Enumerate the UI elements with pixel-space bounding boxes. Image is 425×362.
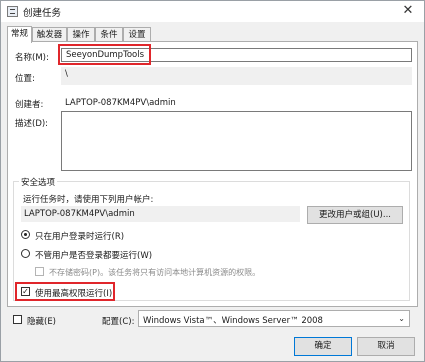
name-highlight <box>58 44 151 65</box>
configure-select[interactable]: Windows Vista™、Windows Server™ 2008 ⌄ <box>138 310 410 327</box>
ok-button[interactable]: 确定 <box>294 337 352 356</box>
name-label: 名称(M): <box>15 53 49 63</box>
location-value: \ <box>65 69 68 79</box>
no-store-password-checkbox[interactable] <box>35 267 44 276</box>
author-label: 创建者: <box>15 100 44 110</box>
no-store-password-label: 不存储密码(P)。该任务将只有访问本地计算机资源的权限。 <box>49 268 261 277</box>
cancel-button[interactable]: 取消 <box>357 337 415 356</box>
hidden-checkbox[interactable] <box>13 315 22 324</box>
location-field: \ <box>61 67 412 85</box>
window-title: 创建任务 <box>23 8 62 19</box>
tab-settings[interactable]: 设置 <box>123 27 151 42</box>
configure-value: Windows Vista™、Windows Server™ 2008 <box>143 316 323 326</box>
tab-actions[interactable]: 操作 <box>67 27 95 42</box>
tab-conditions[interactable]: 条件 <box>95 27 123 42</box>
description-label: 描述(D): <box>15 119 49 129</box>
title-bar: 创建任务 ✕ <box>1 1 424 22</box>
chevron-down-icon: ⌄ <box>398 314 405 323</box>
radio-logged-on[interactable] <box>21 230 30 239</box>
highest-privileges-highlight <box>15 282 115 301</box>
radio-logged-on-label: 只在用户登录时运行(R) <box>35 232 125 242</box>
location-label: 位置: <box>15 74 35 84</box>
account-field: LAPTOP-087KM4PV\admin <box>21 206 300 222</box>
configure-label: 配置(C): <box>102 317 135 327</box>
close-button[interactable]: ✕ <box>400 3 416 19</box>
account-value: LAPTOP-087KM4PV\admin <box>24 209 135 219</box>
author-value: LAPTOP-087KM4PV\admin <box>65 98 176 108</box>
radio-whether-logged-on[interactable] <box>21 249 30 258</box>
description-field[interactable] <box>61 111 412 171</box>
tab-general[interactable]: 常规 <box>7 26 32 43</box>
hidden-label: 隐藏(E) <box>27 317 57 327</box>
tab-triggers[interactable]: 触发器 <box>32 27 67 42</box>
radio-whether-label: 不管用户是否登录都要运行(W) <box>35 251 153 261</box>
run-as-label: 运行任务时，请使用下列用户帐户: <box>23 195 154 205</box>
security-group-label: 安全选项 <box>19 176 58 188</box>
create-task-dialog: 创建任务 ✕ 常规 触发器 操作 条件 设置 名称(M): SeeyonDump… <box>0 0 425 362</box>
change-user-button[interactable]: 更改用户或组(U)... <box>307 206 403 224</box>
task-scheduler-icon <box>7 6 18 17</box>
